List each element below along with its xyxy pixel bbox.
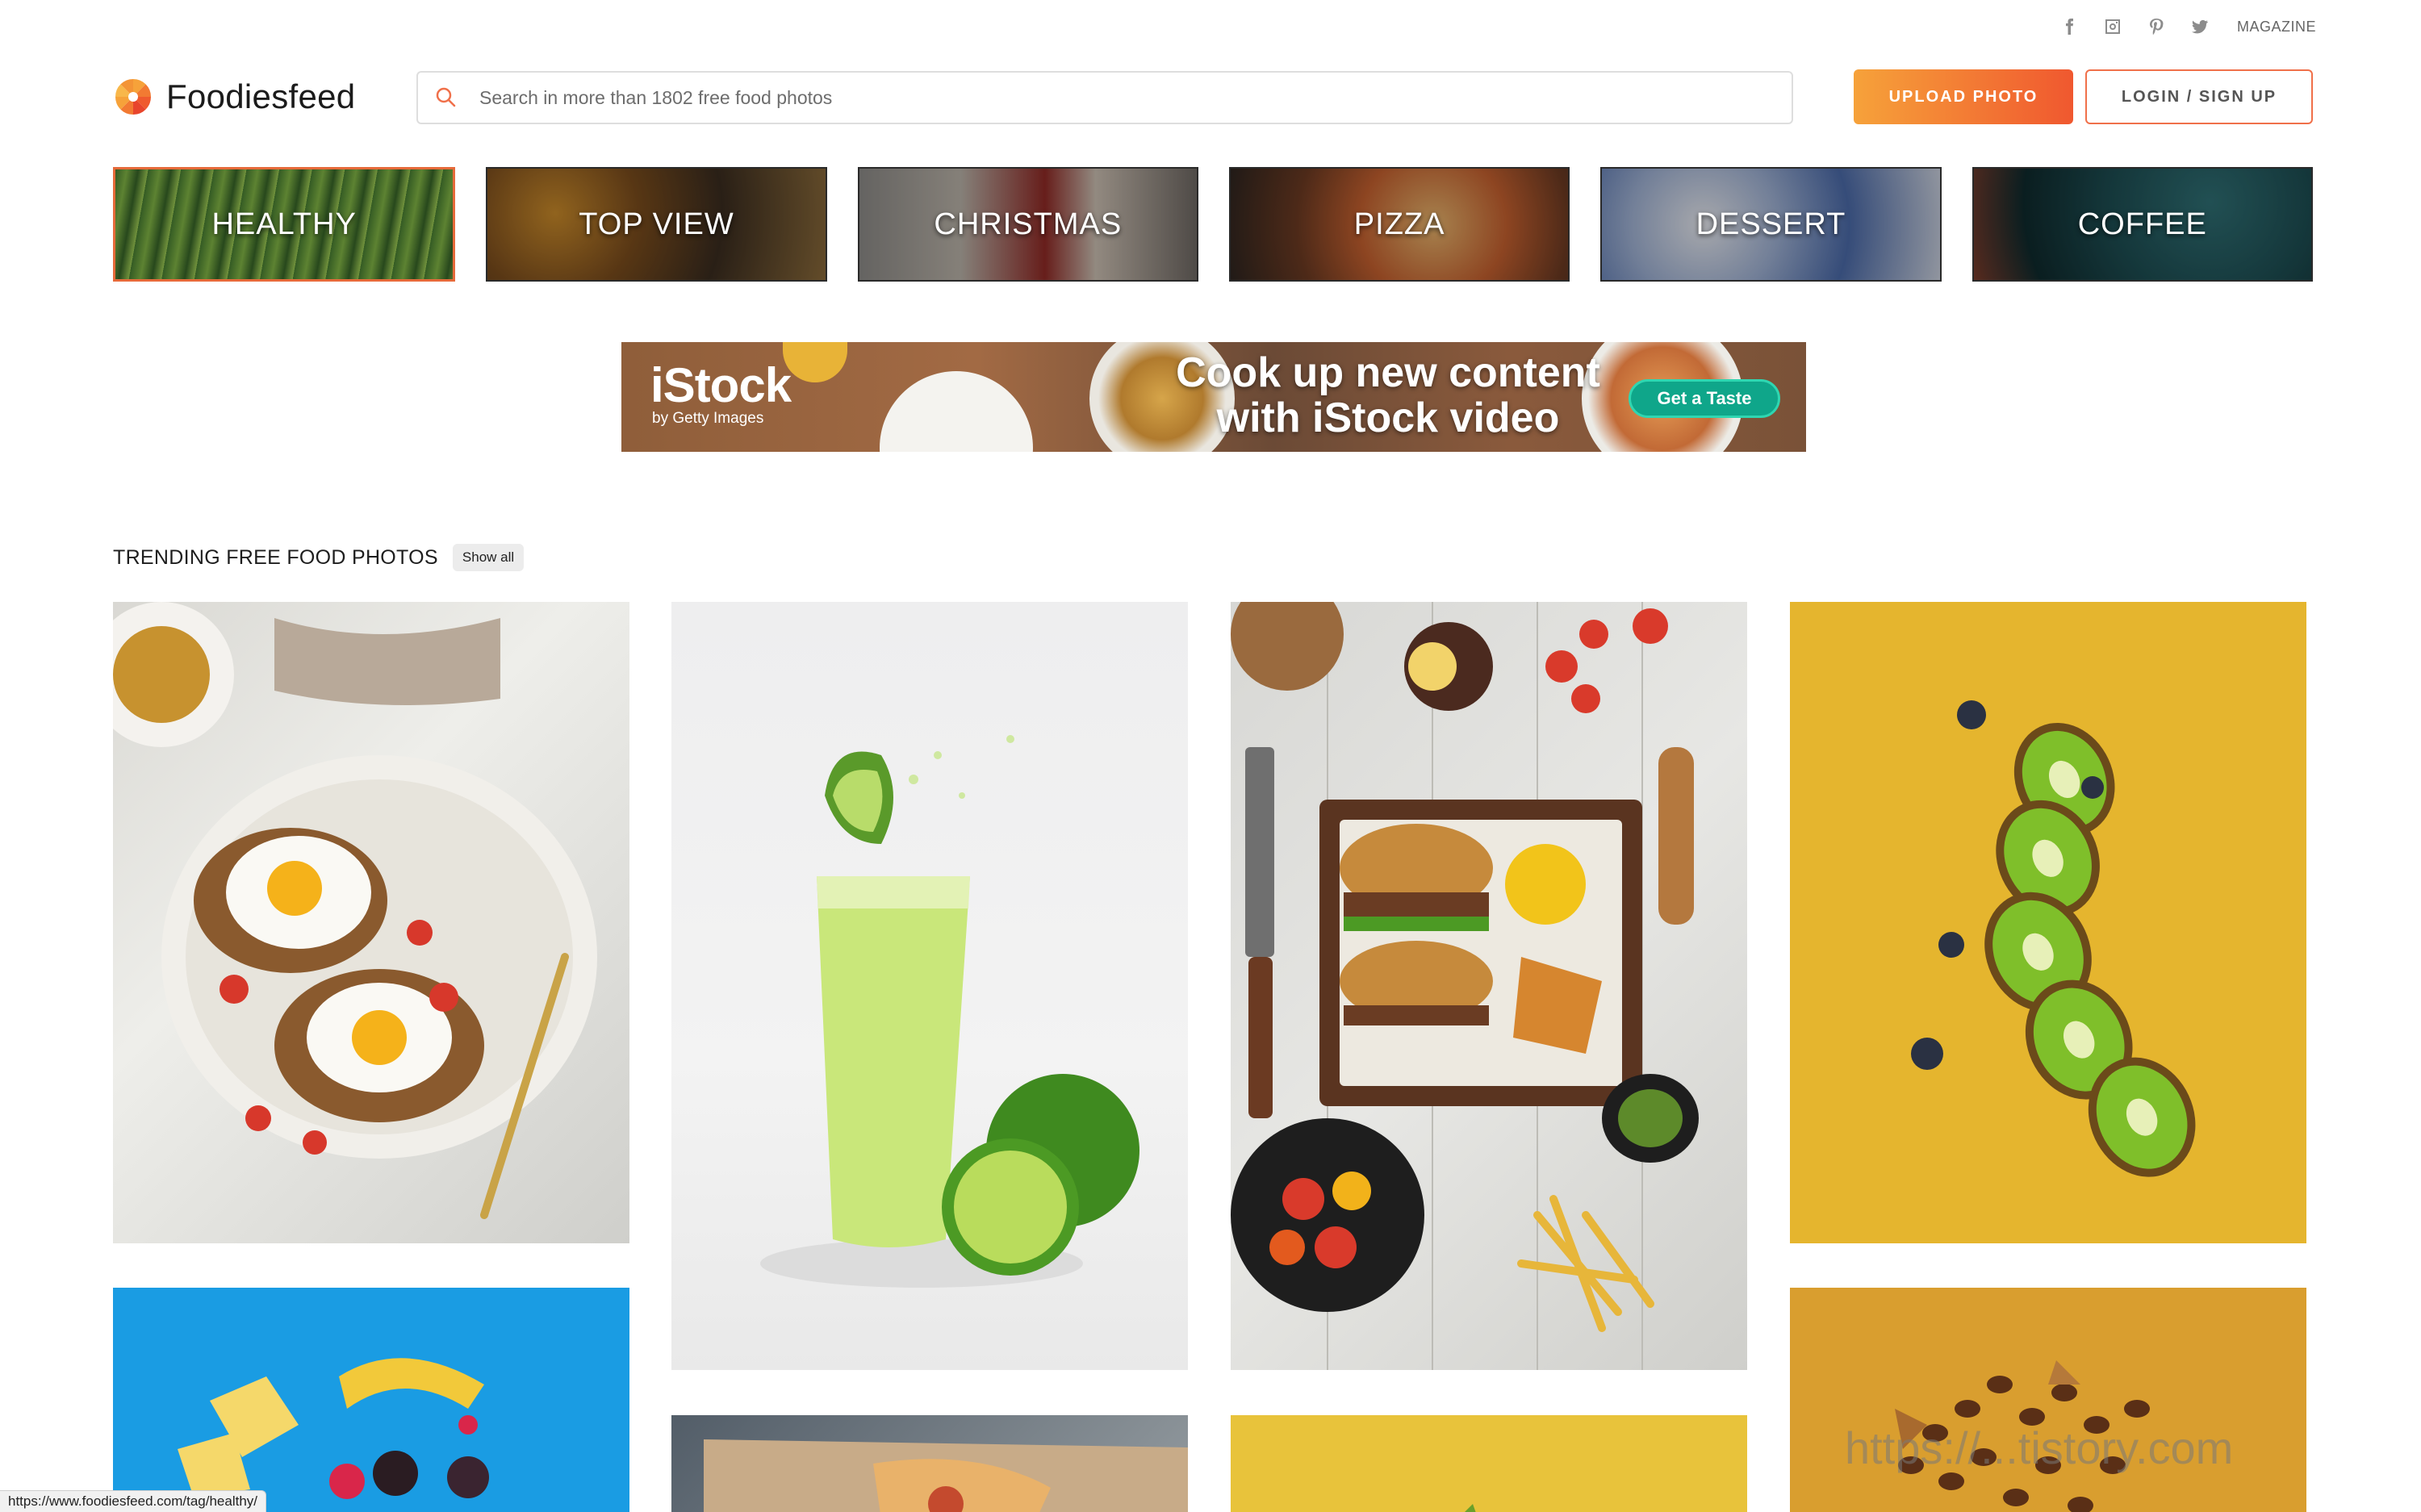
ad-headline-line1: Cook up new content	[1176, 349, 1600, 396]
pinterest-icon[interactable]	[2143, 14, 2169, 40]
category-label: DESSERT	[1696, 207, 1846, 241]
photo-pizza-slice	[704, 1439, 1188, 1512]
login-signup-button[interactable]: LOGIN / SIGN UP	[2085, 69, 2313, 124]
category-coffee[interactable]: COFFEE	[1972, 167, 2313, 282]
photo-flying-fruit	[178, 1358, 489, 1499]
category-pizza[interactable]: PIZZA	[1228, 167, 1570, 282]
instagram-icon[interactable]	[2100, 14, 2126, 40]
search-icon	[436, 87, 456, 107]
photo-card-lime-drink[interactable]	[671, 602, 1188, 1370]
category-tiles: HEALTHY TOP VIEW CHRISTMAS PIZZA DESSERT…	[113, 167, 2313, 282]
category-top-view[interactable]: TOP VIEW	[486, 167, 827, 282]
ad-headline-line2: with iStock video	[1216, 395, 1560, 441]
show-all-button[interactable]: Show all	[452, 544, 525, 571]
logo-text: Foodiesfeed	[166, 77, 356, 115]
ad-cta-button[interactable]: Get a Taste	[1629, 379, 1780, 418]
search-input[interactable]	[479, 73, 1792, 123]
upload-photo-button[interactable]: UPLOAD PHOTO	[1854, 69, 2073, 124]
photo-card-yellow-bg[interactable]	[1231, 1415, 1747, 1512]
category-healthy[interactable]: HEALTHY	[113, 167, 456, 282]
status-bar-url: https://www.foodiesfeed.com/tag/healthy/	[0, 1490, 267, 1512]
category-label: COFFEE	[2077, 207, 2207, 241]
photo-card-burger-board[interactable]	[1231, 602, 1747, 1370]
watermark-text: https://...tistory.com	[1845, 1422, 2234, 1473]
magazine-link[interactable]: MAGAZINE	[2237, 19, 2316, 36]
ad-headline: Cook up new content with iStock video	[1138, 350, 1638, 441]
ad-decor	[783, 342, 847, 382]
photo-yellow-bg	[1465, 1504, 1476, 1512]
category-label: HEALTHY	[211, 207, 357, 241]
category-dessert[interactable]: DESSERT	[1600, 167, 1942, 282]
istock-ad-banner[interactable]: iStock by Getty Images Cook up new conte…	[621, 342, 1806, 452]
istock-brand-sub: by Getty Images	[652, 410, 764, 427]
logo[interactable]: Foodiesfeed	[113, 73, 355, 121]
photo-coffee-beans	[1895, 1360, 2150, 1512]
istock-logo: iStock by Getty Images	[650, 358, 792, 428]
photo-card-coffee-beans[interactable]	[1790, 1288, 2306, 1512]
photo-lime-drink	[760, 735, 1139, 1288]
ad-decor	[880, 371, 1033, 452]
facebook-icon[interactable]	[2056, 14, 2082, 40]
photo-card-kiwi-slices[interactable]	[1790, 602, 2306, 1243]
istock-brand: iStock	[650, 358, 792, 412]
twitter-icon[interactable]	[2187, 14, 2213, 40]
trending-title: TRENDING FREE FOOD PHOTOS	[113, 545, 438, 569]
header: Foodiesfeed UPLOAD PHOTO LOGIN / SIGN UP	[113, 68, 2313, 127]
category-label: CHRISTMAS	[934, 207, 1123, 241]
photo-card-eggs-toast[interactable]	[113, 602, 629, 1243]
photo-kiwi-slices	[1911, 700, 2196, 1177]
category-christmas[interactable]: CHRISTMAS	[857, 167, 1198, 282]
category-label: TOP VIEW	[579, 207, 734, 241]
foodiesfeed-logo-icon	[115, 78, 152, 115]
photo-eggs-toast	[113, 602, 597, 1219]
category-label: PIZZA	[1353, 207, 1445, 241]
trending-header: TRENDING FREE FOOD PHOTOS Show all	[113, 544, 525, 571]
photo-card-pizza-slice[interactable]	[671, 1415, 1188, 1512]
photo-card-flying-fruit[interactable]	[113, 1288, 629, 1512]
social-bar: MAGAZINE	[2056, 13, 2316, 40]
search-bar[interactable]	[416, 71, 1793, 124]
photo-burger-board	[1231, 602, 1699, 1370]
